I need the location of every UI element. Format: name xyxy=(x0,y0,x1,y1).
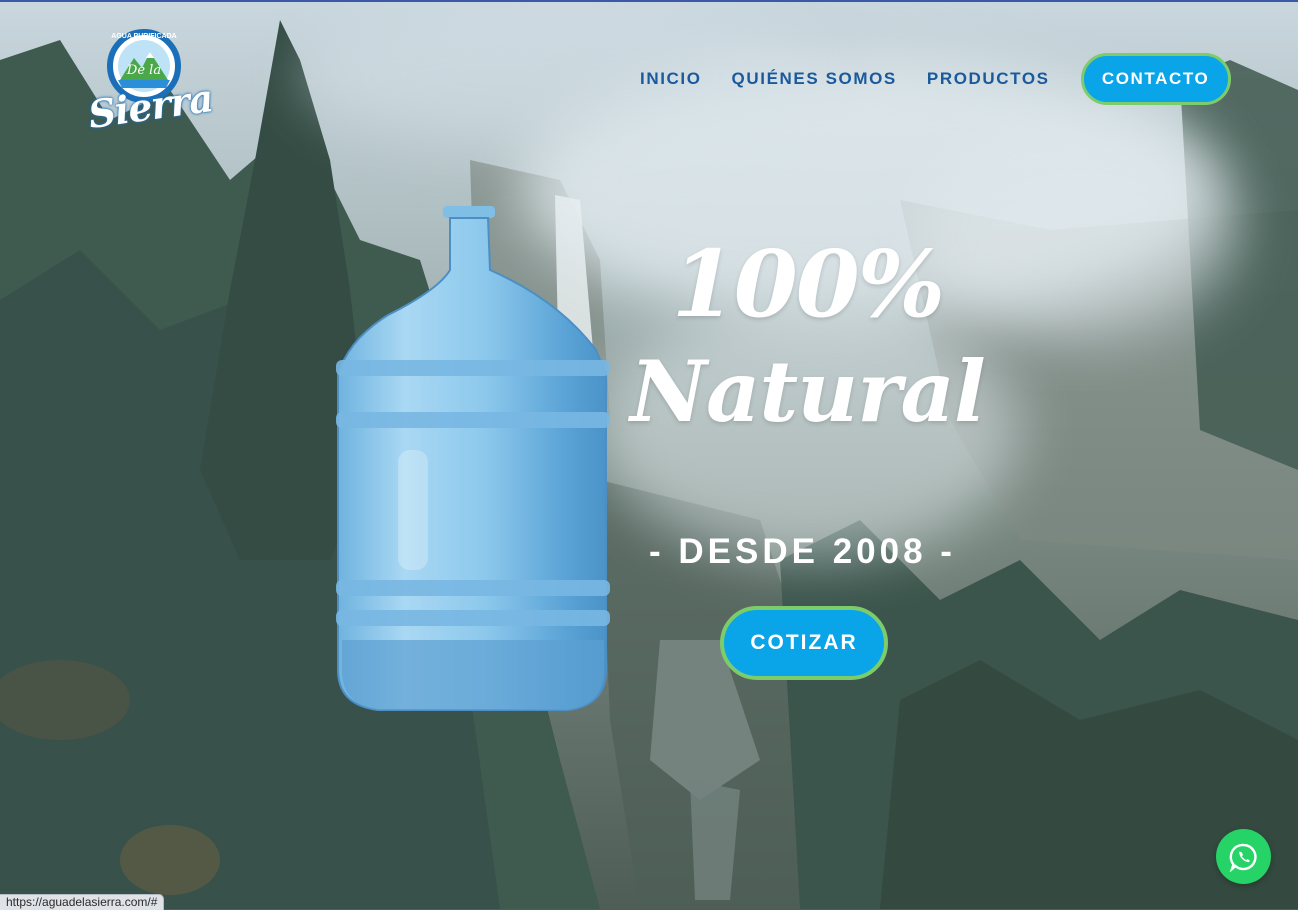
headline-natural: Natural xyxy=(630,342,986,441)
water-jug-image xyxy=(336,206,610,711)
headline-percent: 100% xyxy=(671,230,945,338)
logo-script-small: De la xyxy=(126,63,161,78)
nav-productos[interactable]: PRODUCTOS xyxy=(927,69,1050,89)
whatsapp-button[interactable] xyxy=(1216,829,1271,884)
since-tagline: - DESDE 2008 - xyxy=(649,532,956,571)
main-nav: INICIO QUIÉNES SOMOS PRODUCTOS CONTACTO xyxy=(625,50,1246,108)
contact-button[interactable]: CONTACTO xyxy=(1080,53,1231,105)
site-logo[interactable]: AGUA PURIFICADA De la Sierra xyxy=(85,22,215,137)
quote-button[interactable]: COTIZAR xyxy=(720,606,888,680)
nav-quienes-somos[interactable]: QUIÉNES SOMOS xyxy=(732,69,897,89)
whatsapp-icon xyxy=(1229,843,1257,872)
nav-inicio[interactable]: INICIO xyxy=(640,69,702,89)
top-border xyxy=(0,0,1298,2)
hero-background xyxy=(0,0,1298,909)
status-bar-url: https://aguadelasierra.com/# xyxy=(0,894,165,910)
logo-arc-text: AGUA PURIFICADA xyxy=(111,33,176,40)
